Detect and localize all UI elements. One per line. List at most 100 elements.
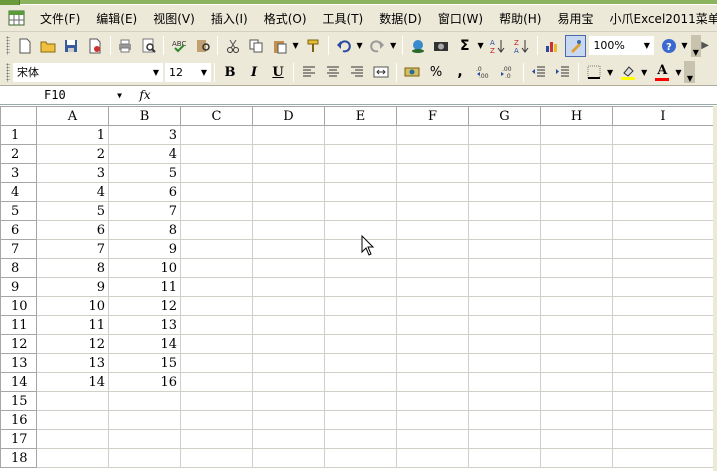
chevron-down-icon[interactable]: ▼	[607, 68, 613, 77]
cell-b7[interactable]: 9	[108, 239, 181, 259]
cell-f16[interactable]	[396, 410, 469, 430]
cell-f13[interactable]	[396, 353, 469, 373]
name-box[interactable]: F10 ▼	[0, 86, 130, 104]
chevron-down-icon[interactable]: ▼	[478, 41, 484, 50]
italic-button[interactable]: I	[243, 61, 265, 83]
cell-a11[interactable]: 11	[36, 315, 109, 335]
cell-g12[interactable]	[468, 334, 541, 354]
row-header[interactable]: 4	[0, 182, 37, 202]
save-icon[interactable]	[61, 35, 82, 57]
cell-g11[interactable]	[468, 315, 541, 335]
menu-help[interactable]: 帮助(H)	[491, 10, 549, 27]
print-icon[interactable]	[115, 35, 136, 57]
cell-f6[interactable]	[396, 220, 469, 240]
menu-xiaozhua[interactable]: 小爪Excel2011菜单	[601, 10, 717, 27]
cell-g17[interactable]	[468, 429, 541, 449]
select-all-corner[interactable]	[0, 106, 37, 126]
cell-i5[interactable]	[612, 201, 714, 221]
formula-input[interactable]	[160, 86, 717, 104]
column-header-d[interactable]: D	[252, 106, 325, 126]
cell-g10[interactable]	[468, 296, 541, 316]
chevron-down-icon[interactable]: ▼	[641, 68, 647, 77]
row-header[interactable]: 3	[0, 163, 37, 183]
cell-c15[interactable]	[180, 391, 253, 411]
cell-h18[interactable]	[540, 448, 613, 468]
cell-h2[interactable]	[540, 144, 613, 164]
cell-e10[interactable]	[324, 296, 397, 316]
cell-a5[interactable]: 5	[36, 201, 109, 221]
cell-g3[interactable]	[468, 163, 541, 183]
cell-f11[interactable]	[396, 315, 469, 335]
cell-c9[interactable]	[180, 277, 253, 297]
chevron-down-icon[interactable]: ▼	[681, 41, 687, 50]
cell-a4[interactable]: 4	[36, 182, 109, 202]
cell-e2[interactable]	[324, 144, 397, 164]
cell-c6[interactable]	[180, 220, 253, 240]
cell-b17[interactable]	[108, 429, 181, 449]
decrease-decimal-icon[interactable]: .00.0	[497, 61, 519, 83]
font-size-select[interactable]: 12 ▼	[165, 62, 211, 82]
cell-e5[interactable]	[324, 201, 397, 221]
cell-d14[interactable]	[252, 372, 325, 392]
cell-h15[interactable]	[540, 391, 613, 411]
toolbar-options-icon[interactable]: ▼	[690, 34, 702, 57]
cell-i12[interactable]	[612, 334, 714, 354]
cell-h16[interactable]	[540, 410, 613, 430]
spelling-icon[interactable]: ABC	[168, 35, 189, 57]
borders-icon[interactable]	[583, 61, 605, 83]
percent-button[interactable]: %	[425, 61, 447, 83]
cell-b10[interactable]: 12	[108, 296, 181, 316]
cell-i9[interactable]	[612, 277, 714, 297]
column-header-c[interactable]: C	[180, 106, 253, 126]
cell-i17[interactable]	[612, 429, 714, 449]
column-header-f[interactable]: F	[396, 106, 469, 126]
cell-i11[interactable]	[612, 315, 714, 335]
cell-e16[interactable]	[324, 410, 397, 430]
cell-a14[interactable]: 14	[36, 372, 109, 392]
cell-b18[interactable]	[108, 448, 181, 468]
cell-c18[interactable]	[180, 448, 253, 468]
cell-f2[interactable]	[396, 144, 469, 164]
cell-e12[interactable]	[324, 334, 397, 354]
menu-data[interactable]: 数据(D)	[371, 10, 430, 27]
cell-d9[interactable]	[252, 277, 325, 297]
cell-c12[interactable]	[180, 334, 253, 354]
cell-g2[interactable]	[468, 144, 541, 164]
chevron-down-icon[interactable]: ▼	[293, 41, 299, 50]
chart-wizard-icon[interactable]	[542, 35, 563, 57]
row-header[interactable]: 9	[0, 277, 37, 297]
increase-decimal-icon[interactable]: .0.00	[473, 61, 495, 83]
row-header[interactable]: 5	[0, 201, 37, 221]
cell-e17[interactable]	[324, 429, 397, 449]
merge-center-icon[interactable]	[370, 61, 392, 83]
cell-h8[interactable]	[540, 258, 613, 278]
hyperlink-icon[interactable]	[407, 35, 428, 57]
cell-g18[interactable]	[468, 448, 541, 468]
cell-c7[interactable]	[180, 239, 253, 259]
cell-a12[interactable]: 12	[36, 334, 109, 354]
copy-icon[interactable]	[246, 35, 267, 57]
column-header-a[interactable]: A	[36, 106, 109, 126]
column-header-h[interactable]: H	[540, 106, 613, 126]
cell-f14[interactable]	[396, 372, 469, 392]
cell-b6[interactable]: 8	[108, 220, 181, 240]
cell-e11[interactable]	[324, 315, 397, 335]
cell-c16[interactable]	[180, 410, 253, 430]
cut-icon[interactable]	[222, 35, 243, 57]
menu-file[interactable]: 文件(F)	[32, 10, 88, 27]
cell-f15[interactable]	[396, 391, 469, 411]
fill-color-icon[interactable]	[617, 61, 639, 83]
menu-window[interactable]: 窗口(W)	[430, 10, 491, 27]
cell-e4[interactable]	[324, 182, 397, 202]
cell-e1[interactable]	[324, 125, 397, 145]
cell-g15[interactable]	[468, 391, 541, 411]
cell-a16[interactable]	[36, 410, 109, 430]
column-header-i[interactable]: I	[612, 106, 714, 126]
align-right-icon[interactable]	[346, 61, 368, 83]
cell-c8[interactable]	[180, 258, 253, 278]
undo-icon[interactable]	[333, 35, 354, 57]
cell-i4[interactable]	[612, 182, 714, 202]
cell-c10[interactable]	[180, 296, 253, 316]
menu-edit[interactable]: 编辑(E)	[88, 10, 145, 27]
cell-b4[interactable]: 6	[108, 182, 181, 202]
